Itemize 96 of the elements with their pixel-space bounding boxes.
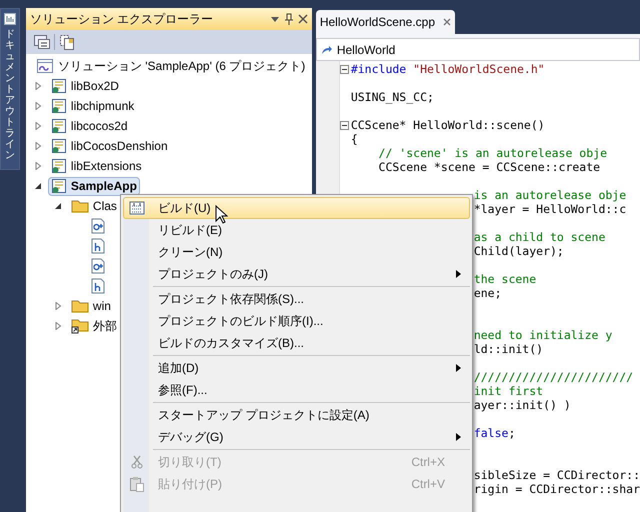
folder-icon	[70, 199, 89, 213]
menu-item[interactable]: デバッグ(G)	[123, 426, 470, 448]
code-line: CCScene *scene = CCScene::create	[378, 160, 600, 174]
arrow-icon	[320, 44, 333, 54]
tree-item-label: Clas	[92, 198, 117, 215]
code-line: ///////////////////////	[474, 370, 634, 384]
dropdown-icon[interactable]	[270, 14, 280, 24]
header-file-icon	[90, 238, 105, 254]
navigation-label: HelloWorld	[336, 42, 396, 58]
cpp-file-icon	[90, 258, 105, 274]
code-line: the scene	[474, 272, 536, 286]
project-icon	[50, 78, 67, 94]
project-icon	[50, 178, 67, 194]
tree-item[interactable]: libchipmunk	[48, 96, 138, 116]
code-line: init first	[474, 384, 544, 398]
project-icon	[50, 118, 67, 134]
code-line: false;	[474, 426, 516, 440]
tree-item[interactable]: libcocos2d	[48, 116, 131, 136]
pin-icon[interactable]	[284, 13, 294, 25]
code-line: is an autorelease obje	[474, 188, 626, 202]
project-icon	[50, 158, 67, 174]
collapsed-arrow-icon[interactable]	[54, 302, 62, 310]
project-icon	[50, 98, 67, 114]
navigation-bar[interactable]: HelloWorld	[316, 38, 640, 61]
submenu-arrow-icon	[456, 364, 461, 372]
collapsed-arrow-icon[interactable]	[34, 102, 42, 110]
build-icon	[129, 201, 145, 215]
editor-tab[interactable]: HelloWorldScene.cpp	[316, 10, 455, 34]
menu-item[interactable]: スタートアップ プロジェクトに設定(A)	[123, 404, 470, 426]
code-line: {	[350, 132, 358, 146]
menu-item[interactable]: クリーン(N)	[123, 241, 470, 263]
tree-item[interactable]: 外部	[68, 316, 120, 336]
tree-item-label: libchipmunk	[70, 98, 134, 115]
folder-icon	[70, 299, 89, 313]
tree-item-label: libExtensions	[70, 158, 142, 175]
collapsed-arrow-icon[interactable]	[34, 142, 42, 150]
menu-item[interactable]: プロジェクト依存関係(S)...	[123, 288, 470, 310]
collapse-icon[interactable]	[340, 120, 349, 130]
code-line: USING_NS_CC;	[350, 90, 434, 104]
code-line: need to initialize y	[474, 328, 612, 342]
mouse-cursor-icon	[215, 205, 228, 224]
tree-item-label: 外部	[92, 318, 117, 335]
side-tab-label: ドキュメントアウトライン	[4, 29, 15, 161]
tree-item[interactable]: libCocosDenshion	[48, 136, 171, 156]
header-file-icon	[90, 278, 105, 294]
tree-item-label: libCocosDenshion	[70, 138, 168, 155]
solution-icon	[36, 58, 54, 74]
tree-item-label: SampleApp	[70, 178, 137, 195]
tree-item[interactable]: Clas	[68, 196, 120, 216]
code-line: rigin = CCDirector::shar	[474, 482, 640, 496]
side-tab[interactable]: ドキュメントアウトライン	[0, 8, 20, 170]
menu-item[interactable]: リビルド(E)	[123, 219, 470, 241]
project-icon	[50, 138, 67, 154]
tree-item[interactable]: SampleApp	[48, 176, 140, 196]
menu-item[interactable]: ビルド(U)	[123, 197, 470, 219]
close-icon[interactable]	[298, 14, 308, 24]
code-line: Child(layer);	[474, 244, 564, 258]
collapse-icon[interactable]	[340, 64, 349, 74]
solution-label[interactable]: ソリューション 'SampleApp' (6 プロジェクト)	[58, 57, 306, 75]
submenu-arrow-icon	[456, 433, 461, 441]
collapsed-arrow-icon[interactable]	[34, 162, 42, 170]
close-icon[interactable]	[443, 18, 451, 26]
code-line: ayer::init() )	[474, 398, 571, 412]
tree-item-label: libcocos2d	[70, 118, 128, 135]
code-line: CCScene* HelloWorld::scene()	[350, 118, 545, 132]
cpp-file-icon	[90, 218, 105, 234]
tree-item[interactable]: libBox2D	[48, 76, 122, 96]
shortcut-folder-icon	[70, 318, 89, 334]
code-line: ene;	[474, 286, 502, 300]
expanded-arrow-icon[interactable]	[54, 202, 62, 210]
code-line: // 'scene' is an autorelease obje	[378, 146, 608, 160]
menu-item[interactable]: 参照(F)...	[123, 379, 470, 401]
tree-item-label: libBox2D	[70, 78, 119, 95]
menu-item[interactable]: 追加(D)	[123, 357, 470, 379]
properties-icon[interactable]	[34, 35, 50, 49]
tree-item[interactable]: libExtensions	[48, 156, 145, 176]
collapsed-arrow-icon[interactable]	[34, 122, 42, 130]
code-line: *layer = HelloWorld::c	[474, 202, 626, 216]
code-line: ld::init()	[474, 342, 544, 356]
collapsed-arrow-icon[interactable]	[54, 322, 62, 330]
panel-title: ソリューション エクスプローラー	[30, 11, 214, 28]
document-outline-icon	[4, 13, 16, 25]
expanded-arrow-icon[interactable]	[34, 182, 42, 190]
menu-item[interactable]: プロジェクトのビルド順序(I)...	[123, 310, 470, 332]
tree-item[interactable]: win	[68, 296, 114, 316]
submenu-arrow-icon	[456, 270, 461, 278]
scissors-icon	[131, 455, 143, 469]
show-files-icon[interactable]	[58, 34, 75, 50]
menu-item[interactable]: プロジェクトのみ(J)	[123, 263, 470, 285]
collapsed-arrow-icon[interactable]	[34, 82, 42, 90]
code-line: sibleSize = CCDirector::	[474, 468, 640, 482]
menu-item[interactable]: ビルドのカスタマイズ(B)...	[123, 332, 470, 354]
code-line: as a child to scene	[474, 230, 606, 244]
tree-item-label: win	[92, 298, 111, 315]
code-line: #include "HelloWorldScene.h"	[350, 62, 545, 76]
clipboard-icon	[129, 476, 145, 492]
